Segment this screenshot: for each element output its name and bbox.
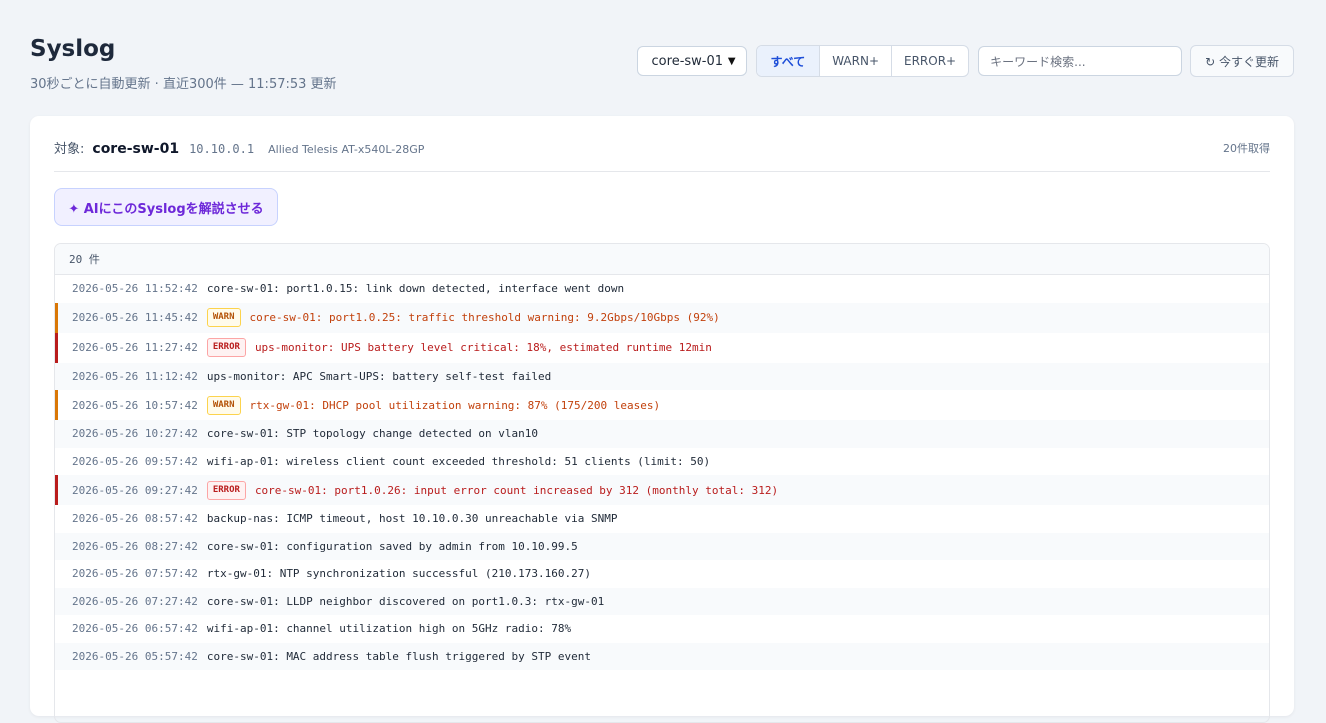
- log-message: core-sw-01: port1.0.15: link down detect…: [206, 282, 625, 296]
- divider: [54, 171, 1270, 172]
- log-timestamp: 2026-05-26 07:57:42: [72, 567, 198, 581]
- page-title: Syslog: [30, 36, 116, 62]
- ai-explain-button[interactable]: ✦ AIにこのSyslogを解説させる: [54, 188, 278, 226]
- filter-warn-button[interactable]: WARN+: [819, 46, 891, 76]
- log-message: wifi-ap-01: wireless client count exceed…: [206, 454, 711, 468]
- log-timestamp: 2026-05-26 10:27:42: [72, 427, 198, 441]
- log-message: core-sw-01: LLDP neighbor discovered on …: [206, 594, 605, 608]
- log-timestamp: 2026-05-26 11:12:42: [72, 369, 198, 383]
- log-timestamp: 2026-05-26 08:27:42: [72, 539, 198, 553]
- log-timestamp: 2026-05-26 09:57:42: [72, 454, 198, 468]
- target-model: Allied Telesis AT-x540L-28GP: [268, 143, 425, 156]
- log-rows: 2026-05-26 11:52:42 core-sw-01: port1.0.1…: [55, 275, 1269, 670]
- log-row: 2026-05-26 11:27:42 ERROR ups-monitor: UPS…: [55, 332, 1269, 363]
- toolbar: core-sw-01 ▼ すべて WARN+ ERROR+ キーワード検索...…: [636, 45, 1294, 77]
- log-row: 2026-05-26 08:27:42 core-sw-01: configura…: [55, 532, 1269, 560]
- level-badge: WARN: [206, 395, 241, 415]
- device-select[interactable]: core-sw-01 ▼: [636, 46, 747, 76]
- log-message: core-sw-01: configuration saved by admin…: [206, 539, 578, 553]
- refresh-button[interactable]: ↻ 今すぐ更新: [1190, 45, 1294, 77]
- log-row: 2026-05-26 09:57:42 wifi-ap-01: wireless …: [55, 448, 1269, 476]
- log-timestamp: 2026-05-26 11:27:42: [72, 341, 198, 354]
- log-list: 20 件 2026-05-26 11:52:42 core-sw-01: port…: [54, 243, 1270, 723]
- log-timestamp: 2026-05-26 07:27:42: [72, 594, 198, 608]
- log-count: 20 件: [55, 244, 1269, 275]
- target-info: 対象: core-sw-01 10.10.0.1 Allied Telesis …: [54, 138, 424, 157]
- log-timestamp: 2026-05-26 09:27:42: [72, 483, 198, 497]
- search-input[interactable]: キーワード検索...: [978, 46, 1183, 76]
- log-row: 2026-05-26 07:27:42 core-sw-01: LLDP neig…: [55, 587, 1269, 615]
- log-row: 2026-05-26 10:57:42 WARN rtx-gw-01: DHCP p…: [55, 390, 1269, 420]
- level-badge: ERROR: [206, 480, 246, 500]
- log-message: core-sw-01: STP topology change detected…: [206, 427, 538, 441]
- log-message: core-sw-01: port1.0.25: traffic threshol…: [249, 311, 720, 324]
- level-badge: WARN: [206, 308, 241, 327]
- log-row: 2026-05-26 08:57:42 backup-nas: ICMP time…: [55, 505, 1269, 533]
- log-timestamp: 2026-05-26 11:45:42: [72, 311, 198, 324]
- level-filter: すべて WARN+ ERROR+: [755, 45, 970, 77]
- log-timestamp: 2026-05-26 10:57:42: [72, 398, 198, 412]
- log-row: 2026-05-26 11:45:42 WARN core-sw-01: port1…: [55, 302, 1269, 333]
- log-message: ups-monitor: APC Smart-UPS: battery self…: [206, 369, 552, 383]
- log-timestamp: 2026-05-26 11:52:42: [72, 282, 198, 296]
- filter-all-button[interactable]: すべて: [756, 46, 820, 76]
- page-header: Syslog 30秒ごとに自動更新 · 直近300件 — 11:57:53 更新: [30, 34, 337, 92]
- filter-error-button[interactable]: ERROR+: [891, 46, 968, 76]
- log-message: rtx-gw-01: NTP synchronization successfu…: [206, 567, 591, 581]
- log-message: core-sw-01: MAC address table flush trig…: [206, 649, 591, 663]
- log-row: 2026-05-26 07:57:42 rtx-gw-01: NTP synchr…: [55, 560, 1269, 588]
- log-message: wifi-ap-01: channel utilization high on …: [206, 622, 572, 636]
- log-timestamp: 2026-05-26 08:57:42: [72, 512, 198, 526]
- log-row: 2026-05-26 11:12:42 ups-monitor: APC Smar…: [55, 362, 1269, 390]
- device-select-value: core-sw-01: [651, 53, 724, 69]
- log-timestamp: 2026-05-26 05:57:42: [72, 649, 198, 663]
- log-message: rtx-gw-01: DHCP pool utilization warning…: [249, 398, 661, 412]
- level-badge: ERROR: [206, 338, 246, 357]
- log-message: ups-monitor: UPS battery level critical:…: [254, 341, 712, 354]
- log-timestamp: 2026-05-26 06:57:42: [72, 622, 198, 636]
- chevron-down-icon: ▼: [727, 55, 736, 67]
- target-host: core-sw-01: [92, 141, 180, 157]
- target-label: 対象:: [54, 142, 85, 157]
- log-row: 2026-05-26 10:27:42 core-sw-01: STP topol…: [55, 420, 1269, 448]
- target-ip: 10.10.0.1: [189, 142, 255, 156]
- log-message: backup-nas: ICMP timeout, host 10.10.0.3…: [206, 512, 618, 526]
- log-row: 2026-05-26 09:27:42 ERROR core-sw-01: port…: [55, 475, 1269, 505]
- log-row: 2026-05-26 06:57:42 wifi-ap-01: channel u…: [55, 615, 1269, 643]
- log-message: core-sw-01: port1.0.26: input error coun…: [254, 483, 779, 497]
- log-row: 2026-05-26 05:57:42 core-sw-01: MAC addre…: [55, 642, 1269, 670]
- fetched-count: 20件取得: [1223, 142, 1270, 155]
- log-row: 2026-05-26 11:52:42 core-sw-01: port1.0.1…: [55, 275, 1269, 303]
- syslog-card: 対象: core-sw-01 10.10.0.1 Allied Telesis …: [30, 116, 1294, 723]
- page-subtitle: 30秒ごとに自動更新 · 直近300件 — 11:57:53 更新: [30, 77, 337, 92]
